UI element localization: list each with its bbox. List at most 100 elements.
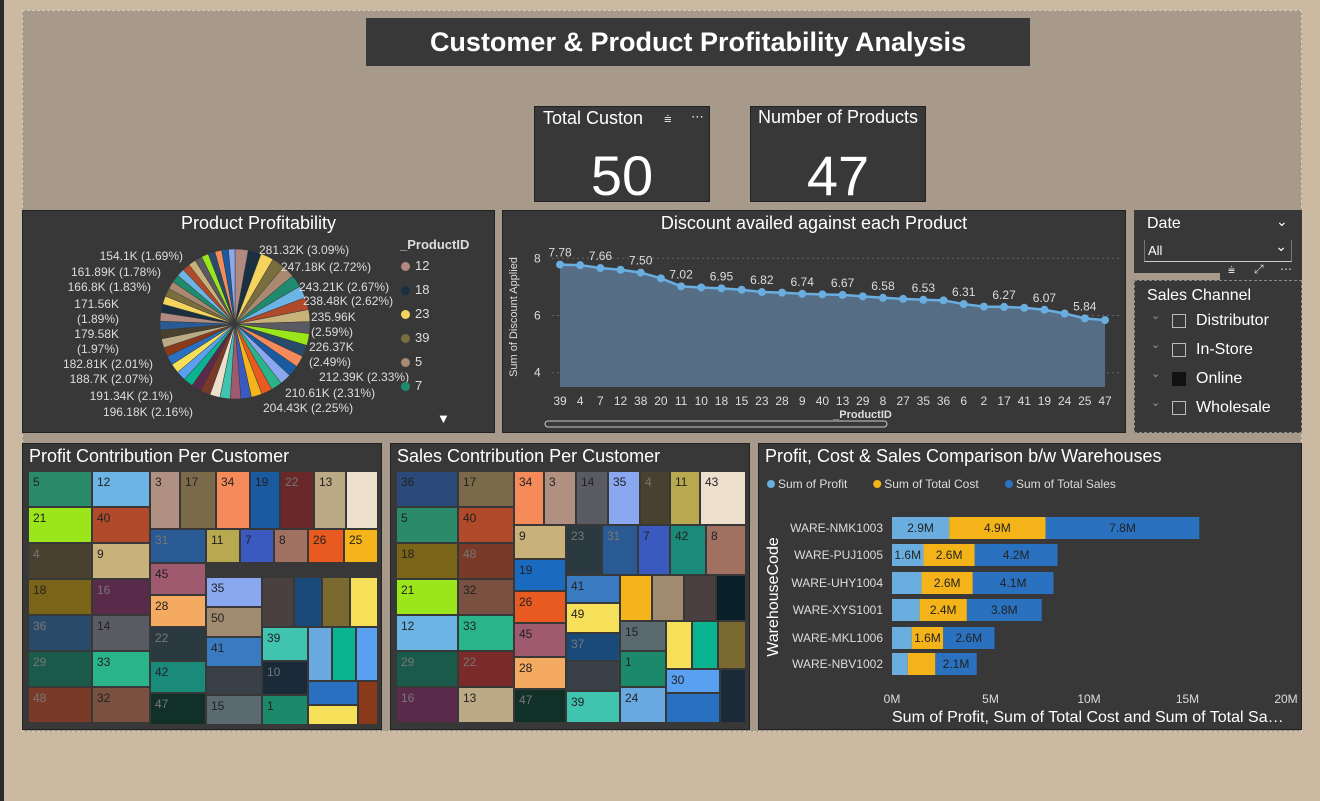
treemap-tile[interactable]: 48 (459, 544, 515, 580)
treemap-tile[interactable]: 48 (29, 688, 93, 724)
treemap-tile[interactable]: 45 (515, 624, 567, 658)
treemap-tile[interactable]: 40 (459, 508, 515, 544)
treemap-tile[interactable] (309, 628, 333, 682)
treemap-tile[interactable]: 16 (397, 688, 459, 724)
treemap-tile[interactable] (347, 472, 379, 530)
expand-chevron-icon[interactable]: ⌄ (1151, 367, 1160, 380)
treemap-tile[interactable]: 33 (459, 616, 515, 652)
treemap-tile[interactable] (263, 578, 295, 628)
treemap-tile[interactable]: 49 (567, 604, 621, 634)
pie-legend-item[interactable]: 23 (401, 306, 429, 321)
treemap-tile[interactable]: 41 (567, 576, 621, 604)
date-dropdown[interactable]: All ⌄ (1144, 238, 1292, 262)
treemap-tile[interactable]: 41 (207, 638, 263, 668)
kpi-total-customers-card[interactable]: Total Custon ⩧ ⋯ 50 (534, 106, 710, 207)
treemap-tile[interactable]: 9 (515, 526, 567, 560)
treemap-tile[interactable]: 39 (567, 692, 621, 724)
treemap-tile[interactable] (693, 622, 719, 670)
treemap-tile[interactable]: 18 (29, 580, 93, 616)
treemap-tile[interactable]: 50 (207, 608, 263, 638)
treemap-tile[interactable]: 8 (707, 526, 747, 576)
visual-header-icons[interactable]: ⩧ ⤢ ⋯ (1220, 262, 1302, 280)
treemap-tile[interactable]: 19 (515, 560, 567, 592)
treemap-tile[interactable]: 47 (515, 690, 567, 724)
treemap-tile[interactable]: 14 (577, 472, 609, 526)
treemap-tile[interactable]: 11 (671, 472, 701, 526)
focus-mode-icon[interactable]: ⤢ (1254, 262, 1264, 277)
treemap-tile[interactable]: 12 (397, 616, 459, 652)
treemap-tile[interactable] (721, 670, 747, 724)
treemap-tile[interactable]: 42 (671, 526, 707, 576)
treemap-tile[interactable] (309, 682, 359, 706)
filter-icon[interactable]: ⩧ (664, 111, 672, 127)
treemap-tile[interactable]: 28 (151, 596, 207, 628)
treemap-tile[interactable]: 45 (151, 564, 207, 596)
pie-legend-item[interactable]: 7 (401, 378, 422, 393)
treemap-tile[interactable]: 39 (263, 628, 309, 662)
expand-chevron-icon[interactable]: ⌄ (1151, 309, 1160, 322)
treemap-tile[interactable]: 13 (459, 688, 515, 724)
treemap-tile[interactable] (207, 668, 263, 696)
pie-legend-item[interactable]: 12 (401, 258, 429, 273)
treemap-tile[interactable]: 22 (151, 628, 207, 662)
treemap-tile[interactable]: 9 (93, 544, 151, 580)
pie-legend-item[interactable]: 5 (401, 354, 422, 369)
product-profitability-panel[interactable]: Product Profitability 154.1K (1.69%) 161.… (22, 210, 495, 433)
sales-treemap-panel[interactable]: Sales Contribution Per Customer 36 17 5 40 1… (390, 443, 750, 730)
chevron-down-icon[interactable]: ⌄ (1276, 213, 1288, 230)
treemap-tile[interactable]: 36 (29, 616, 93, 652)
treemap-tile[interactable]: 10 (263, 662, 309, 696)
treemap-tile[interactable] (667, 622, 693, 670)
treemap-tile[interactable]: 21 (29, 508, 93, 544)
treemap-tile[interactable]: 43 (701, 472, 747, 526)
treemap-tile[interactable]: 17 (181, 472, 217, 530)
treemap-tile[interactable]: 40 (93, 508, 151, 544)
treemap-tile[interactable]: 34 (515, 472, 545, 526)
treemap-tile[interactable] (295, 578, 323, 628)
treemap-tile[interactable] (653, 576, 685, 622)
treemap-tile[interactable] (667, 694, 721, 724)
checkbox[interactable] (1172, 401, 1186, 415)
treemap-tile[interactable]: 11 (207, 530, 241, 564)
treemap-tile[interactable]: 22 (281, 472, 315, 530)
treemap-tile[interactable]: 1 (263, 696, 309, 726)
filter-icon[interactable]: ⩧ (1228, 263, 1235, 278)
treemap-tile[interactable]: 21 (397, 580, 459, 616)
sales-channel-option[interactable]: Wholesale (1196, 399, 1271, 417)
expand-chevron-icon[interactable]: ⌄ (1151, 338, 1160, 351)
treemap-tile[interactable]: 47 (151, 694, 207, 726)
treemap-tile[interactable]: 4 (29, 544, 93, 580)
profit-treemap-panel[interactable]: Profit Contribution Per Customer 5 12 21 40… (22, 443, 382, 730)
treemap-tile[interactable]: 5 (29, 472, 93, 508)
treemap-tile[interactable]: 17 (459, 472, 515, 508)
treemap-tile[interactable]: 14 (93, 616, 151, 652)
treemap-tile[interactable]: 25 (345, 530, 379, 564)
treemap-tile[interactable]: 37 (567, 634, 621, 662)
scroll-down-icon[interactable]: ▼ (437, 411, 450, 426)
pie-legend-item[interactable]: 39 (401, 330, 429, 345)
treemap-tile[interactable]: 3 (545, 472, 577, 526)
treemap-tile[interactable]: 4 (641, 472, 671, 526)
treemap-tile[interactable] (719, 622, 747, 670)
checkbox[interactable] (1172, 372, 1186, 386)
treemap-tile[interactable]: 16 (93, 580, 151, 616)
treemap-tile[interactable] (309, 706, 359, 726)
treemap-tile[interactable]: 23 (567, 526, 603, 576)
treemap-tile[interactable]: 5 (397, 508, 459, 544)
pie-legend-item[interactable]: 18 (401, 282, 429, 297)
treemap-tile[interactable]: 19 (251, 472, 281, 530)
treemap-tile[interactable]: 12 (93, 472, 151, 508)
treemap-tile[interactable]: 29 (397, 652, 459, 688)
treemap-tile[interactable]: 15 (207, 696, 263, 726)
treemap-tile[interactable] (351, 578, 379, 628)
treemap-tile[interactable]: 7 (639, 526, 671, 576)
sales-channel-option[interactable]: Online (1196, 370, 1242, 388)
treemap-tile[interactable]: 7 (241, 530, 275, 564)
treemap-tile[interactable]: 42 (151, 662, 207, 694)
treemap-tile[interactable]: 36 (397, 472, 459, 508)
treemap-tile[interactable]: 32 (93, 688, 151, 724)
treemap-tile[interactable] (359, 682, 379, 726)
treemap-tile[interactable] (621, 576, 653, 622)
kpi-number-products-card[interactable]: Number of Products 47 (750, 106, 926, 207)
treemap-tile[interactable]: 18 (397, 544, 459, 580)
